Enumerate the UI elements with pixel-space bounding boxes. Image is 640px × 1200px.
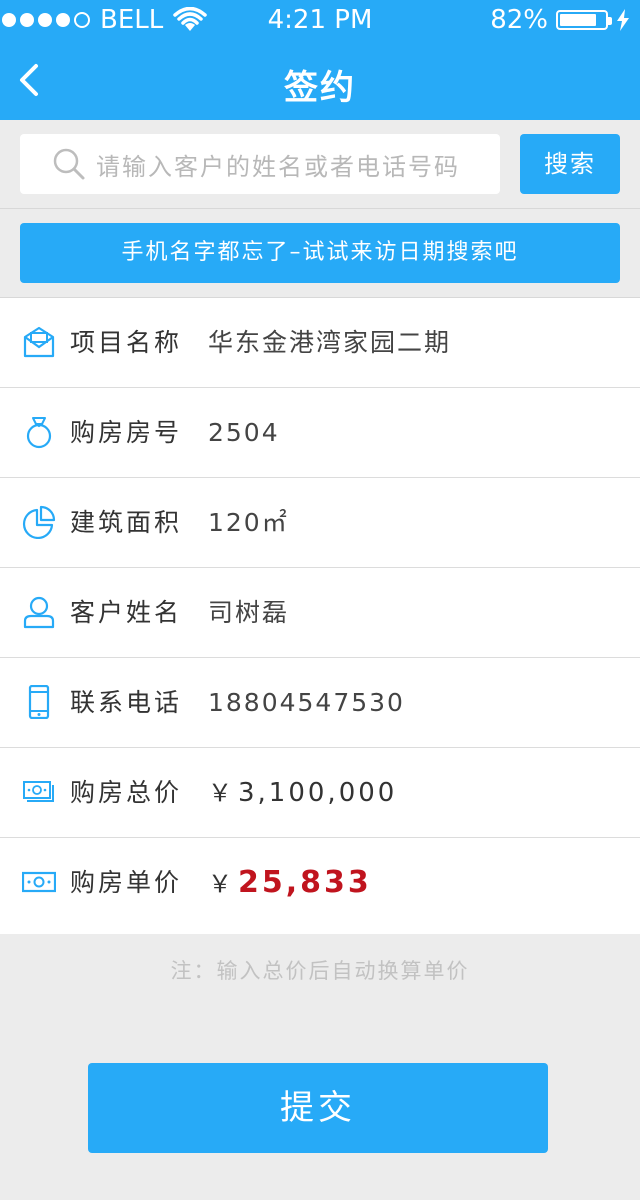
pie-chart-icon — [22, 505, 56, 539]
contract-form: 项目名称 华东金港湾家园二期 购房房号 2504 建筑面积 120㎡ 客户姓名 … — [0, 297, 640, 934]
banknote-stack-icon — [23, 781, 54, 802]
row-label: 建筑面积 — [70, 508, 183, 537]
charging-bolt-icon — [617, 9, 629, 31]
form-row-project[interactable]: 项目名称 华东金港湾家园二期 — [0, 298, 640, 388]
phone-icon — [28, 685, 50, 719]
price-note: 注：输入总价后自动换算单价 — [170, 959, 470, 983]
submit-button[interactable]: 提交 — [88, 1063, 548, 1153]
row-label: 客户姓名 — [70, 598, 183, 627]
row-value: 华东金港湾家园二期 — [208, 328, 452, 357]
form-row-customer-name[interactable]: 客户姓名 司树磊 — [0, 568, 640, 658]
search-button[interactable]: 搜索 — [520, 134, 620, 194]
nav-bar: 签约 — [0, 40, 640, 120]
battery-percent: 82% — [490, 5, 548, 35]
row-value: 司树磊 — [208, 598, 290, 627]
user-icon — [23, 596, 55, 629]
row-label: 购房单价 — [70, 868, 183, 897]
form-row-phone[interactable]: 联系电话 18804547530 — [0, 658, 640, 748]
total-price-value: 3,100,000 — [238, 778, 398, 808]
status-bar: BELL 4:21 PM 82% — [0, 0, 640, 40]
envelope-icon — [23, 326, 55, 358]
row-label: 项目名称 — [70, 328, 183, 357]
row-label: 购房房号 — [70, 418, 183, 447]
ring-icon — [26, 417, 52, 449]
search-icon — [53, 148, 85, 180]
form-row-room-number[interactable]: 购房房号 2504 — [0, 388, 640, 478]
currency-symbol: ￥ — [208, 779, 234, 807]
search-bar: 请输入客户的姓名或者电话号码 搜索 — [0, 120, 640, 209]
battery-icon — [556, 10, 612, 30]
search-placeholder: 请输入客户的姓名或者电话号码 — [96, 152, 460, 181]
form-row-area[interactable]: 建筑面积 120㎡ — [0, 478, 640, 568]
unit-price-value: 25,833 — [238, 865, 372, 900]
page-title: 签约 — [284, 68, 356, 108]
form-row-total-price[interactable]: 购房总价 ￥ 3,100,000 — [0, 748, 640, 838]
row-value: 18804547530 — [208, 688, 405, 717]
row-label: 联系电话 — [70, 688, 183, 717]
search-input[interactable]: 请输入客户的姓名或者电话号码 — [20, 134, 500, 194]
row-label: 购房总价 — [70, 778, 183, 807]
visit-date-search-button[interactable]: 手机名字都忘了–试试来访日期搜索吧 — [20, 223, 620, 283]
form-row-unit-price[interactable]: 购房单价 ￥ 25,833 — [0, 838, 640, 928]
banknote-icon — [22, 871, 56, 893]
row-value: 2504 — [208, 418, 280, 447]
currency-symbol: ￥ — [208, 870, 234, 898]
app-header: BELL 4:21 PM 82% 签约 — [0, 0, 640, 120]
row-value: 120㎡ — [208, 508, 289, 537]
